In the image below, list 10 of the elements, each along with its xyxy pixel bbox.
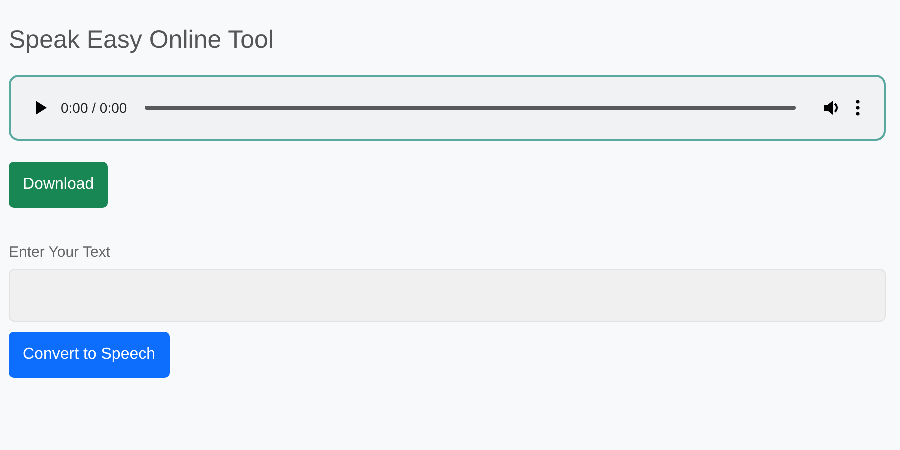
more-options-icon[interactable] [856,100,860,116]
download-button[interactable]: Download [9,162,108,208]
play-icon[interactable] [35,101,47,115]
time-display: 0:00 / 0:00 [61,100,128,116]
field-label: Enter Your Text [9,244,110,261]
convert-button[interactable]: Convert to Speech [9,332,170,378]
audio-player[interactable]: 0:00 / 0:00 [9,75,886,141]
progress-track[interactable] [145,106,796,110]
text-input-field[interactable] [9,269,886,322]
page-title: Speak Easy Online Tool [9,26,274,55]
